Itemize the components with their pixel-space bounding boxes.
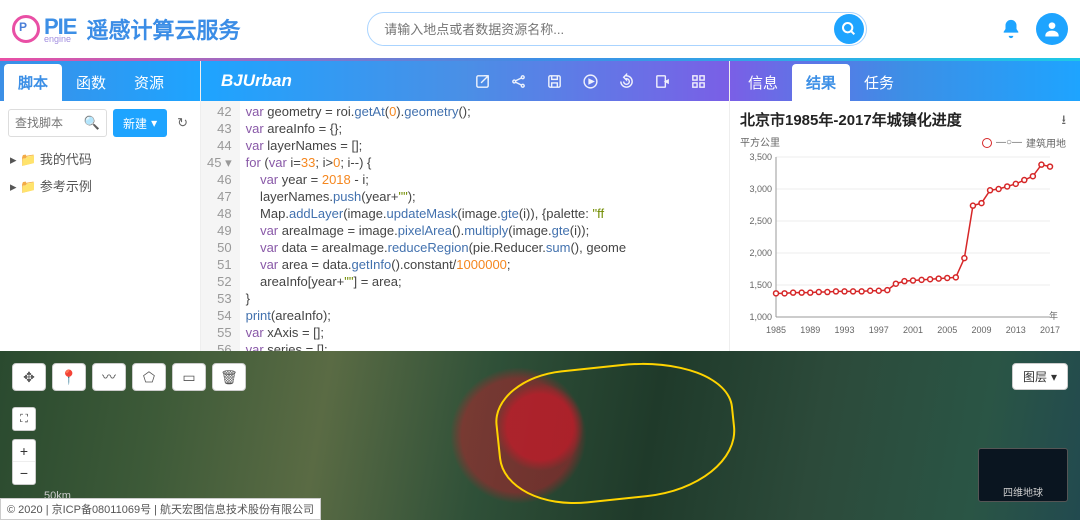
- right-tab-0[interactable]: 信息: [734, 64, 792, 101]
- trash-icon[interactable]: 🗑: [212, 363, 246, 391]
- svg-text:2005: 2005: [937, 325, 957, 335]
- zoom-control: + −: [12, 439, 36, 485]
- left-tab-0[interactable]: 脚本: [4, 64, 62, 101]
- right-tabs: 信息结果任务: [730, 61, 1080, 101]
- script-search[interactable]: 🔍: [8, 109, 107, 137]
- marker-icon[interactable]: 📍: [52, 363, 86, 391]
- svg-text:2,500: 2,500: [749, 216, 772, 226]
- run-icon[interactable]: [579, 70, 601, 92]
- left-panel: 脚本函数资源 🔍 新建 ▾ ↻ ▸ 📁 我的代码▸ 📁 参考示例: [0, 61, 200, 351]
- polygon-icon[interactable]: ⬠: [132, 363, 166, 391]
- chart-legend: —○—建筑用地: [982, 135, 1066, 150]
- share-icon[interactable]: [507, 70, 529, 92]
- svg-text:1989: 1989: [800, 325, 820, 335]
- pan-icon[interactable]: ✥: [12, 363, 46, 391]
- search-icon: 🔍: [84, 115, 100, 131]
- script-tree: ▸ 📁 我的代码▸ 📁 参考示例: [8, 145, 192, 199]
- map-view[interactable]: ✥ 📍 〰 ⬠ ▭ 🗑 图层 ▾ ⛶ + − 50km 四维地球 © 2020 …: [0, 351, 1080, 520]
- svg-text:3,500: 3,500: [749, 152, 772, 162]
- fullscreen-icon[interactable]: ⛶: [12, 407, 36, 431]
- new-button[interactable]: 新建 ▾: [113, 109, 167, 137]
- region-outline: [490, 352, 740, 511]
- svg-text:1,000: 1,000: [749, 312, 772, 322]
- save-icon[interactable]: [543, 70, 565, 92]
- search-button[interactable]: [834, 14, 864, 44]
- right-panel: 信息结果任务 北京市1985年-2017年城镇化进度 ⭳ 平方公里 —○—建筑用…: [730, 61, 1080, 351]
- app-header: PIE engine 遥感计算云服务: [0, 0, 1080, 58]
- left-tabs: 脚本函数资源: [0, 61, 200, 101]
- layer-button[interactable]: 图层 ▾: [1012, 363, 1068, 390]
- svg-text:1997: 1997: [869, 325, 889, 335]
- user-avatar[interactable]: [1036, 13, 1068, 45]
- reset-icon[interactable]: [615, 70, 637, 92]
- svg-text:1993: 1993: [834, 325, 854, 335]
- refresh-icon[interactable]: ↻: [173, 111, 192, 135]
- chart-svg: 1,000 1,500 2,000 2,500 3,000 3,500 1985 1989 19…: [740, 149, 1062, 339]
- left-tab-1[interactable]: 函数: [62, 64, 120, 101]
- editor-title: BJUrban: [221, 71, 457, 91]
- right-tab-1[interactable]: 结果: [792, 64, 850, 101]
- download-icon[interactable]: ⭳: [1061, 111, 1066, 133]
- import-icon[interactable]: [651, 70, 673, 92]
- editor-panel: BJUrban 42434445 ▾4647484950515253545556…: [200, 61, 730, 351]
- code-editor[interactable]: 42434445 ▾4647484950515253545556 var geo…: [201, 101, 729, 351]
- copyright-footer: © 2020 | 京ICP备08011069号 | 航天宏图信息技术股份有限公司: [0, 498, 321, 520]
- apps-icon[interactable]: [687, 70, 709, 92]
- right-tab-2[interactable]: 任务: [850, 64, 908, 101]
- zoom-out-button[interactable]: −: [13, 462, 35, 484]
- map-draw-tools: ✥ 📍 〰 ⬠ ▭ 🗑: [12, 363, 246, 391]
- rectangle-icon[interactable]: ▭: [172, 363, 206, 391]
- tree-item[interactable]: ▸ 📁 参考示例: [8, 172, 192, 199]
- chart-title: 北京市1985年-2017年城镇化进度: [740, 109, 1070, 130]
- zoom-in-button[interactable]: +: [13, 440, 35, 462]
- svg-text:2009: 2009: [971, 325, 991, 335]
- left-tab-2[interactable]: 资源: [120, 64, 178, 101]
- bell-icon[interactable]: [994, 12, 1028, 46]
- logo: PIE engine: [12, 14, 76, 44]
- global-search[interactable]: [367, 12, 867, 46]
- svg-text:2013: 2013: [1006, 325, 1026, 335]
- svg-text:2001: 2001: [903, 325, 923, 335]
- open-external-icon[interactable]: [471, 70, 493, 92]
- logo-icon: [12, 15, 40, 43]
- search-input[interactable]: [384, 22, 834, 37]
- editor-toolbar: BJUrban: [201, 61, 729, 101]
- polyline-icon[interactable]: 〰: [92, 363, 126, 391]
- svg-text:2,000: 2,000: [749, 248, 772, 258]
- svg-text:3,000: 3,000: [749, 184, 772, 194]
- app-title: 遥感计算云服务: [86, 13, 240, 45]
- basemap-inset[interactable]: 四维地球: [978, 448, 1068, 502]
- tree-item[interactable]: ▸ 📁 我的代码: [8, 145, 192, 172]
- svg-text:1985: 1985: [766, 325, 786, 335]
- svg-text:1,500: 1,500: [749, 280, 772, 290]
- svg-text:年: 年: [1049, 310, 1058, 321]
- script-search-input[interactable]: [15, 116, 84, 130]
- svg-text:2017: 2017: [1040, 325, 1060, 335]
